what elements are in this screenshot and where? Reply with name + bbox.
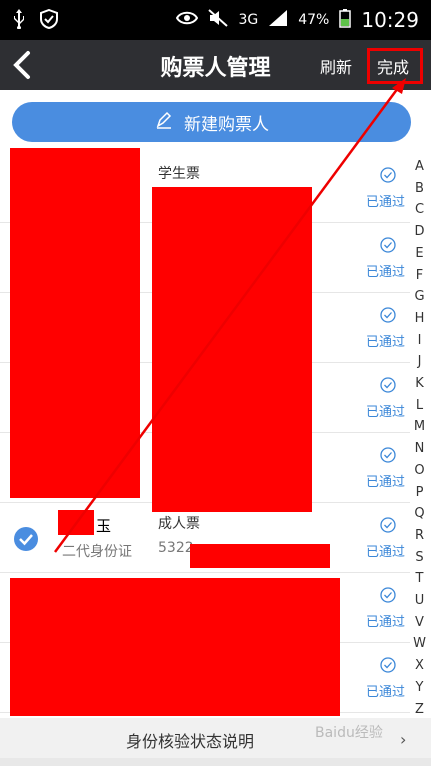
bottom-strip — [0, 758, 431, 766]
watermark: Baidu经验 — [315, 725, 383, 741]
chevron-right-icon: › — [400, 730, 407, 749]
annotation-arrow — [53, 78, 406, 553]
